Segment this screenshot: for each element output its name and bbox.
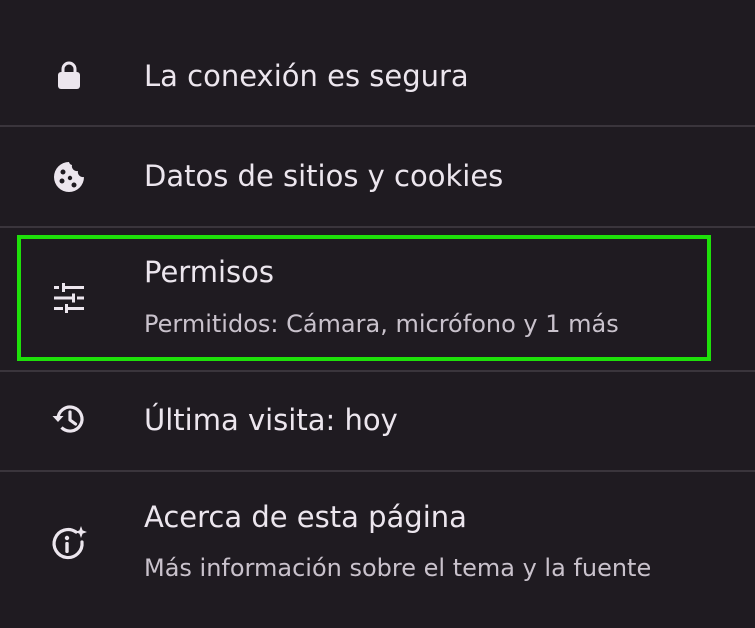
row-title: Permisos <box>144 255 274 289</box>
row-last-visit[interactable]: Última visita: hoy <box>0 372 755 470</box>
cookie-icon <box>50 158 88 196</box>
row-site-data-cookies[interactable]: Datos de sitios y cookies <box>0 127 755 226</box>
row-title: Última visita: hoy <box>144 403 398 437</box>
info-sparkle-icon <box>50 525 88 563</box>
row-subtitle: Más información sobre el tema y la fuent… <box>144 554 652 582</box>
lock-icon <box>50 56 88 94</box>
row-connection-secure[interactable]: La conexión es segura <box>0 0 755 126</box>
tune-sliders-icon <box>50 279 88 317</box>
row-title: Acerca de esta página <box>144 500 467 534</box>
row-about-this-page[interactable]: Acerca de esta página Más información so… <box>0 472 755 628</box>
row-title: La conexión es segura <box>144 59 469 93</box>
row-title: Datos de sitios y cookies <box>144 159 504 193</box>
history-icon <box>50 400 88 438</box>
row-permissions[interactable]: Permisos Permitidos: Cámara, micrófono y… <box>0 228 755 370</box>
row-subtitle: Permitidos: Cámara, micrófono y 1 más <box>144 310 619 338</box>
